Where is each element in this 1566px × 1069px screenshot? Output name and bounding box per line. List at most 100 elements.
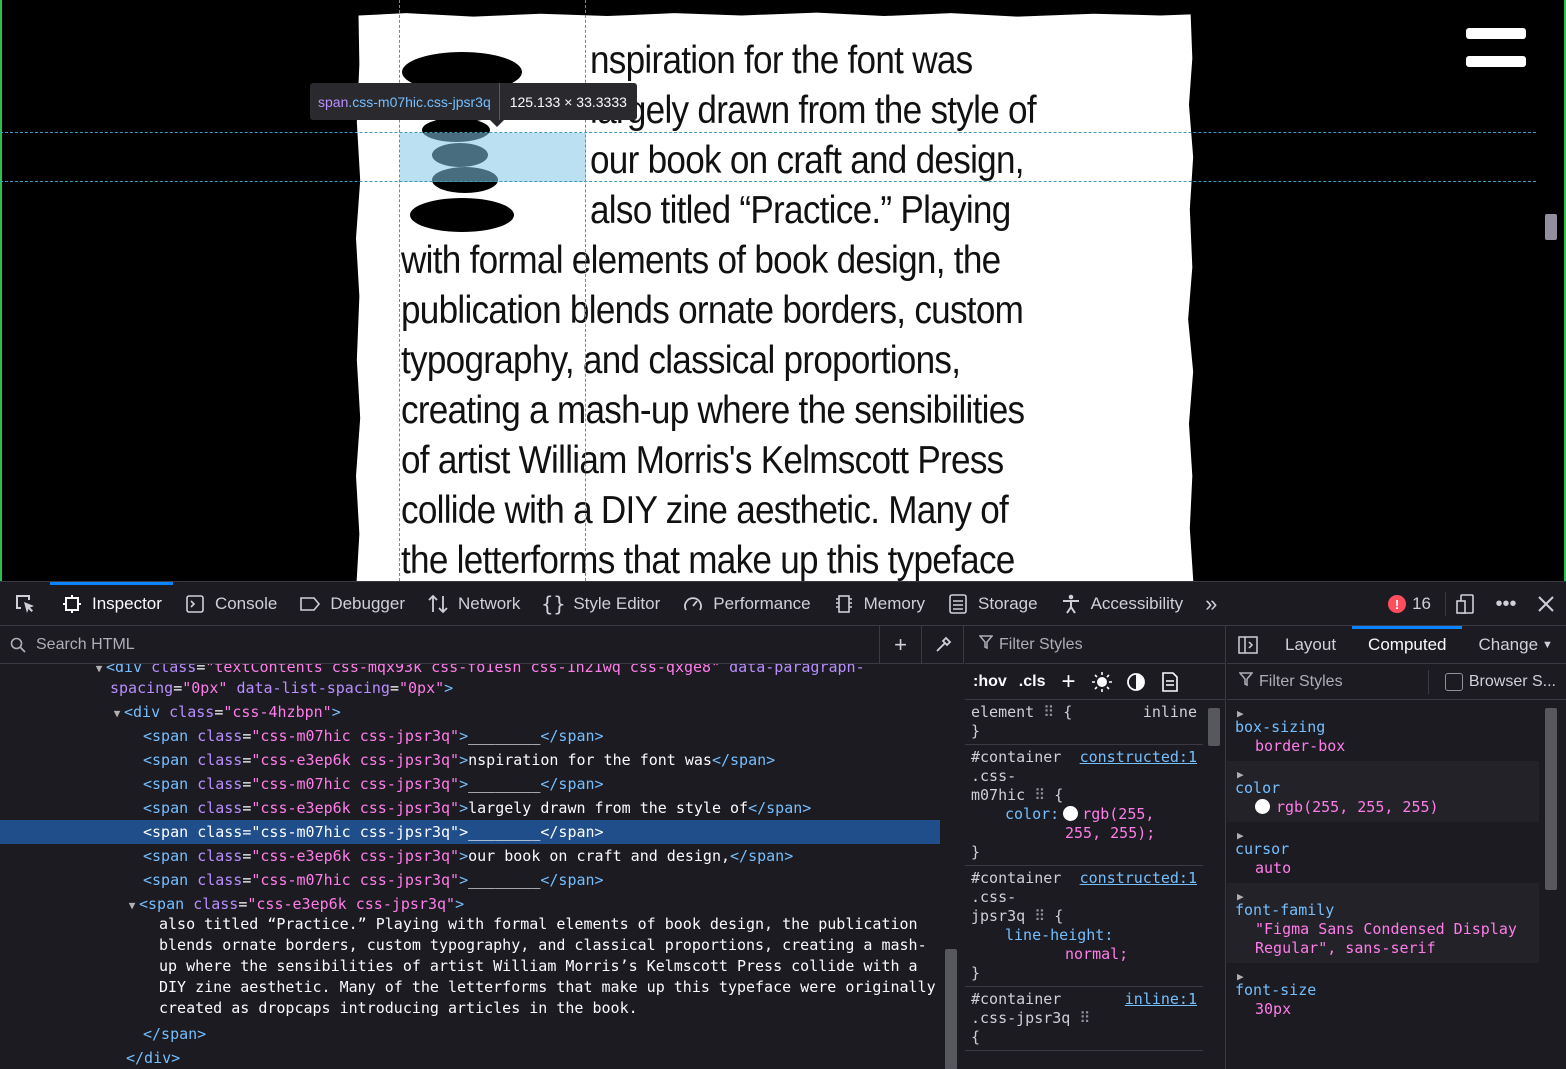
text-node[interactable]: also titled “Practice.” Playing with for…	[159, 914, 939, 1019]
expand-arrow-icon[interactable]: ▶	[1235, 887, 1531, 903]
tree-node-close-div[interactable]: </div>	[0, 1046, 940, 1069]
inspector-icon	[61, 593, 83, 615]
tree-node-span[interactable]: <span class="css-e3ep6k css-jpsr3q">our …	[0, 844, 940, 868]
rule-source-link[interactable]: constructed:1	[1080, 748, 1197, 767]
more-options-icon[interactable]: •••	[1486, 582, 1526, 626]
tab-memory[interactable]: Memory	[822, 582, 936, 626]
tab-accessibility[interactable]: Accessibility	[1049, 582, 1195, 626]
error-count-badge[interactable]: ! 16	[1374, 592, 1446, 616]
eyedropper-icon[interactable]	[921, 625, 963, 664]
toggle-sidebar-icon[interactable]	[1227, 635, 1269, 654]
rules-scrollbar[interactable]	[1203, 700, 1226, 1069]
color-swatch-icon	[1255, 799, 1270, 814]
tab-changes[interactable]: Change	[1462, 626, 1542, 664]
tab-inspector[interactable]: Inspector	[50, 581, 173, 626]
rules-list: element ⠿ { inline } #container construc…	[965, 700, 1203, 1069]
debugger-icon	[299, 593, 321, 615]
tabs-dropdown-icon[interactable]: ▼	[1542, 639, 1553, 651]
css-rule[interactable]: #container constructed:1 .css- jpsr3q ⠿ …	[965, 866, 1203, 987]
computed-property[interactable]: ▶ font-family "Figma Sans Condensed Disp…	[1227, 883, 1539, 963]
markup-scrollbar-thumb[interactable]	[945, 949, 957, 1069]
error-count: 16	[1412, 594, 1431, 613]
expand-arrow-icon[interactable]: ▶	[1235, 967, 1531, 983]
expand-arrow-icon[interactable]: ▶	[1235, 826, 1531, 842]
css-rule[interactable]: #container inline:1 .css-jpsr3q ⠿ {	[965, 987, 1203, 1051]
computed-property[interactable]: ▶ font-size 30px	[1227, 963, 1539, 1024]
markup-scrollbar[interactable]	[940, 664, 964, 1069]
computed-filter-input[interactable]: Filter Styles	[1259, 673, 1343, 691]
print-media-icon[interactable]	[1159, 671, 1181, 693]
tooltip-dimensions: 125.133 × 33.3333	[498, 83, 637, 120]
tree-node-span[interactable]: <span class="css-m07hic css-jpsr3q">____…	[0, 772, 940, 796]
element-highlight-box	[400, 133, 586, 182]
tab-storage[interactable]: Storage	[936, 582, 1049, 626]
rules-panel: Filter Styles :hov .cls + element ⠿ { in…	[965, 626, 1226, 1069]
rule-source-link[interactable]: constructed:1	[1080, 869, 1197, 888]
viewport-left-edge	[0, 0, 2, 581]
expand-arrow-icon[interactable]: ▶	[1235, 704, 1531, 720]
collapse-arrow-icon[interactable]: ▼	[125, 894, 139, 918]
rules-scrollbar-thumb[interactable]	[1208, 708, 1220, 746]
close-icon[interactable]	[1526, 582, 1566, 626]
article-line: with formal elements of book design, the	[401, 239, 1001, 282]
class-toggle[interactable]: .cls	[1019, 673, 1046, 691]
tab-layout[interactable]: Layout	[1269, 626, 1352, 664]
computed-property[interactable]: ▶ box-sizing border-box	[1227, 700, 1539, 761]
computed-property[interactable]: ▶ color rgb(255, 255, 255)	[1227, 761, 1539, 822]
article-line: collide with a DIY zine aesthetic. Many …	[401, 489, 1009, 532]
tab-debugger[interactable]: Debugger	[288, 582, 416, 626]
color-swatch-icon[interactable]	[1063, 806, 1079, 821]
tree-node-span[interactable]: <span class="css-e3ep6k css-jpsr3q">nspi…	[0, 748, 940, 772]
page-scrollbar-thumb[interactable]	[1545, 214, 1557, 240]
computed-props-list: ▶ box-sizing border-box ▶ color rgb(255,…	[1227, 700, 1539, 1069]
storage-icon	[947, 593, 969, 615]
hamburger-icon[interactable]	[1466, 28, 1526, 70]
tab-style-editor[interactable]: {} Style Editor	[531, 582, 671, 626]
tab-label: Debugger	[330, 593, 405, 613]
hover-states-toggle[interactable]: :hov	[973, 673, 1007, 691]
divider	[1427, 669, 1429, 694]
rule-source: inline	[1142, 703, 1197, 721]
browser-styles-checkbox[interactable]	[1444, 672, 1463, 691]
tooltip-arrow	[490, 120, 504, 127]
add-node-icon[interactable]: +	[879, 625, 921, 664]
expand-arrow-icon[interactable]: ▶	[1235, 765, 1531, 781]
article-line: nspiration for the font was	[590, 39, 973, 82]
filter-icon	[1238, 671, 1254, 692]
article-line: our book on craft and design,	[590, 139, 1025, 182]
css-rule[interactable]: #container constructed:1 .css- m07hic ⠿ …	[965, 745, 1203, 866]
tab-console[interactable]: Console	[173, 582, 288, 626]
css-rule-element[interactable]: element ⠿ { inline }	[965, 700, 1203, 745]
tree-node-div[interactable]: ▼ <div class="css-4hzbpn">	[0, 700, 940, 724]
computed-scrollbar-thumb[interactable]	[1545, 708, 1557, 890]
tree-node-span[interactable]: <span class="css-m07hic css-jpsr3q">____…	[0, 724, 940, 748]
guide-line-horizontal	[0, 181, 1536, 182]
tree-node-textcontents-cont[interactable]: spacing="0px" data-list-spacing="0px">	[0, 676, 940, 700]
tab-network[interactable]: Network	[416, 582, 531, 626]
collapse-arrow-icon[interactable]: ▼	[110, 702, 124, 726]
tab-computed[interactable]: Computed	[1352, 625, 1463, 664]
computed-property[interactable]: ▶ cursor auto	[1227, 822, 1539, 883]
element-picker-icon[interactable]	[0, 582, 50, 626]
tree-node-span-selected[interactable]: <span class="css-m07hic css-jpsr3q">____…	[0, 820, 940, 844]
toolbar-right: ! 16 •••	[1374, 582, 1566, 626]
html-tree: ▼ <div class="textContents css-mqx93k css…	[0, 664, 940, 1069]
rule-source-link[interactable]: inline:1	[1125, 990, 1197, 1009]
filter-styles-input[interactable]: Filter Styles	[999, 636, 1083, 654]
computed-scrollbar[interactable]	[1539, 700, 1566, 1069]
article-line: largely drawn from the style of	[590, 89, 1037, 132]
network-icon	[427, 593, 449, 615]
tree-node-close-span[interactable]: </span>	[0, 1022, 940, 1046]
more-tabs-chevron-icon[interactable]: »	[1194, 582, 1228, 626]
tree-node-span[interactable]: <span class="css-m07hic css-jpsr3q">____…	[0, 868, 940, 892]
add-rule-icon[interactable]: +	[1057, 668, 1079, 695]
dark-scheme-icon[interactable]	[1125, 671, 1147, 693]
tooltip-tag: span	[318, 93, 349, 110]
tab-performance[interactable]: Performance	[671, 582, 821, 626]
responsive-design-icon[interactable]	[1446, 582, 1486, 626]
tree-node-span-expanded[interactable]: ▼ <span class="css-e3ep6k css-jpsr3q">	[0, 892, 940, 916]
search-html-input[interactable]: Search HTML	[36, 636, 879, 654]
light-scheme-icon[interactable]	[1091, 671, 1113, 693]
tree-node-span[interactable]: <span class="css-e3ep6k css-jpsr3q">larg…	[0, 796, 940, 820]
page-scrollbar[interactable]	[1537, 0, 1564, 581]
